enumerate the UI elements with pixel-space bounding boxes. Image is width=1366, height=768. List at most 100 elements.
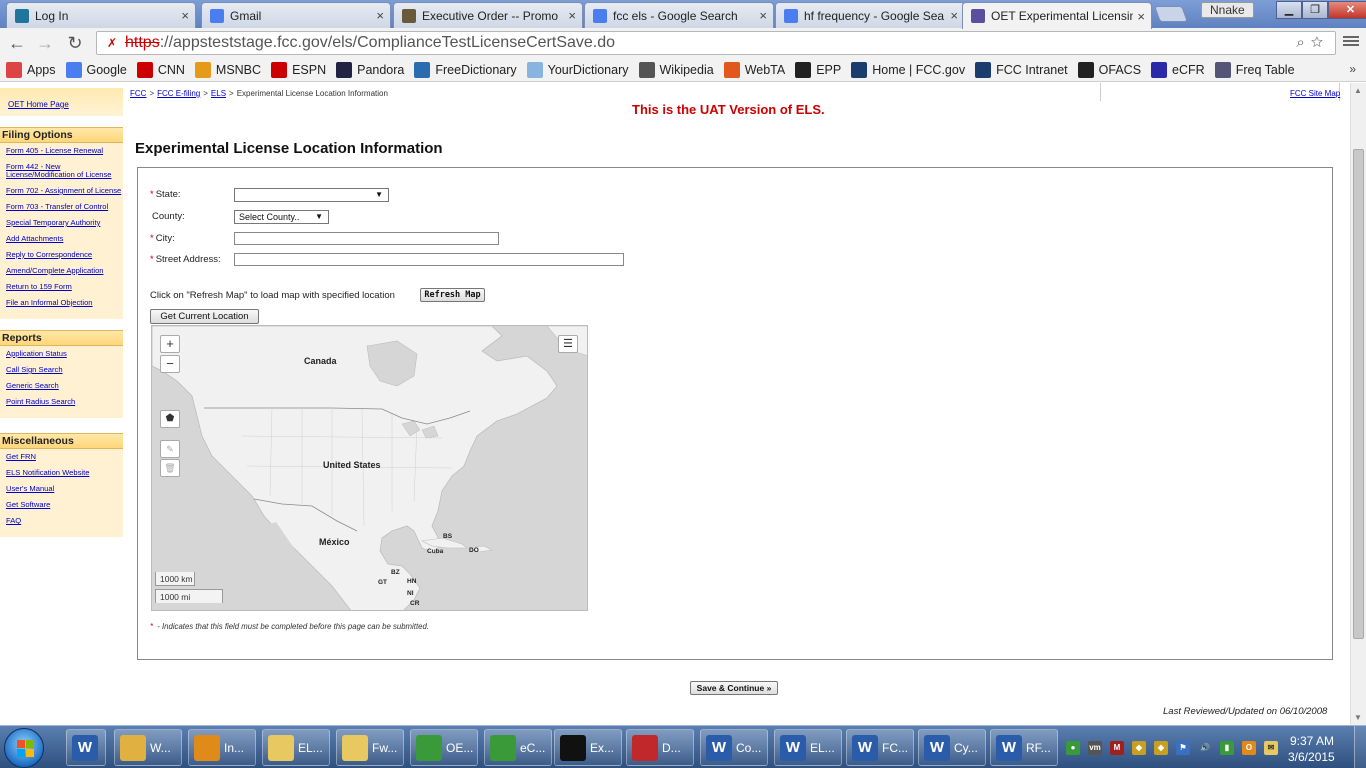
sidebar-link[interactable]: Generic Search [6,382,123,390]
mail-tray-icon[interactable]: ✉ [1264,741,1278,755]
breadcrumb-link[interactable]: ELS [211,89,226,98]
oet-home-link[interactable]: OET Home Page [8,100,69,109]
sidebar-link[interactable]: Form 442 - New License/Modification of L… [6,163,123,179]
taskbar-item[interactable]: W EL... [774,729,842,766]
browser-tab[interactable]: OET Experimental Licensin × [962,2,1152,29]
bookmark-item[interactable]: Wikipedia [638,61,714,78]
zoom-icon[interactable]: ⌕ [1296,34,1310,51]
zoom-in-button[interactable]: + [160,335,180,353]
address-bar[interactable]: ✗ https ://appsteststage.fcc.gov/els/Com… [96,31,1336,55]
taskbar-item[interactable]: EL... [262,729,330,766]
location-map[interactable]: + − ☰ ⬟ ✎ 🗑 Canada United States México … [151,325,588,611]
back-icon[interactable]: ← [6,32,28,54]
sidebar-link[interactable]: ELS Notification Website [6,469,123,477]
sidebar-link[interactable]: Get FRN [6,453,123,461]
bookmark-item[interactable]: eCFR [1151,61,1205,78]
tab-close-icon[interactable]: × [181,8,189,23]
sidebar-link[interactable]: FAQ [6,517,123,525]
chrome-menu-icon[interactable] [1343,34,1359,50]
sidebar-link[interactable]: Form 703 - Transfer of Control [6,203,123,211]
edit-layer-icon[interactable]: ✎ [160,440,180,458]
sidebar-link[interactable]: Form 405 - License Renewal [6,147,123,155]
layers-icon[interactable]: ☰ [558,335,578,353]
sidebar-link[interactable]: Return to 159 Form [6,283,123,291]
bookmark-item[interactable]: WebTA [723,61,785,78]
browser-tab[interactable]: fcc els - Google Search × [584,2,774,28]
taskbar-item[interactable]: eC... [484,729,552,766]
taskbar-item[interactable]: W... [114,729,182,766]
sidebar-link[interactable]: Reply to Correspondence [6,251,123,259]
bookmark-item[interactable]: FreeDictionary [414,61,517,78]
maximize-button[interactable]: ❐ [1302,1,1328,19]
reload-icon[interactable]: ↻ [64,32,86,54]
sidebar-link[interactable]: Special Temporary Authority [6,219,123,227]
taskbar-item[interactable]: W Co... [700,729,768,766]
delete-layer-icon[interactable]: 🗑 [160,459,180,477]
sidebar-link[interactable]: User's Manual [6,485,123,493]
taskbar-item[interactable]: W RF... [990,729,1058,766]
sidebar-link[interactable]: Point Radius Search [6,398,123,406]
bookmark-item[interactable]: Freq Table [1214,61,1295,78]
flag-icon[interactable]: ⚑ [1176,741,1190,755]
page-scrollbar[interactable]: ▲ ▼ [1350,83,1366,725]
bookmark-item[interactable]: ESPN [271,61,326,78]
browser-tab[interactable]: Log In × [6,2,196,28]
browser-tab[interactable]: Gmail × [201,2,391,28]
tab-close-icon[interactable]: × [376,8,384,23]
browser-tab[interactable]: hf frequency - Google Sea × [775,2,965,28]
sidebar-link[interactable]: Get Software [6,501,123,509]
street-address-input[interactable] [234,253,624,266]
volume-icon[interactable]: 🔊 [1198,741,1212,755]
tab-close-icon[interactable]: × [950,8,958,23]
sidebar-link[interactable]: Call Sign Search [6,366,123,374]
taskbar-item[interactable]: Fw... [336,729,404,766]
bookmark-item[interactable]: MSNBC [194,61,261,78]
tab-close-icon[interactable]: × [759,8,767,23]
breadcrumb-link[interactable]: FCC E-filing [157,89,200,98]
window-close-button[interactable]: ✕ [1328,1,1366,19]
sidebar-link[interactable]: File an Informal Objection [6,299,123,307]
city-input[interactable] [234,232,499,245]
taskbar-item[interactable]: In... [188,729,256,766]
taskbar-item[interactable]: OE... [410,729,478,766]
bookmark-item[interactable]: Apps [6,61,56,78]
sidebar-link[interactable]: Application Status [6,350,123,358]
bookmarks-overflow-icon[interactable]: » [1349,62,1356,76]
taskbar-item[interactable]: W Cy... [918,729,986,766]
site-map-link[interactable]: FCC Site Map [1290,89,1340,98]
bookmark-item[interactable]: Home | FCC.gov [851,61,965,78]
minimize-button[interactable]: ▁ [1276,1,1302,19]
bookmark-item[interactable]: EPP [795,61,841,78]
taskbar-item[interactable]: W FC... [846,729,914,766]
security-tray-icon[interactable]: ◆ [1132,741,1146,755]
new-tab-button[interactable] [1154,6,1188,22]
broken-lock-icon[interactable]: ✗ [103,35,121,51]
mcafee-icon[interactable]: M [1110,741,1124,755]
forward-icon[interactable]: → [34,32,56,54]
tab-close-icon[interactable]: × [1137,9,1145,24]
outlook-tray-icon[interactable]: O [1242,741,1256,755]
chrome-tray-icon[interactable]: ● [1066,741,1080,755]
state-select[interactable]: ▼ [234,188,389,202]
bookmark-item[interactable]: FCC Intranet [975,61,1068,78]
tab-close-icon[interactable]: × [568,8,576,23]
breadcrumb-link[interactable]: FCC [130,89,146,98]
bookmark-item[interactable]: CNN [136,61,185,78]
sidebar-link[interactable]: Add Attachments [6,235,123,243]
taskbar-item[interactable]: W [66,729,106,766]
star-icon[interactable]: ☆ [1311,34,1329,51]
bookmark-item[interactable]: Google [65,61,127,78]
bookmark-item[interactable]: Pandora [336,61,404,78]
clock-date[interactable]: 3/6/2015 [1288,750,1335,764]
taskbar-item[interactable]: Ex... [554,729,622,766]
taskbar-item[interactable]: D... [626,729,694,766]
scroll-down-icon[interactable]: ▼ [1354,713,1362,722]
save-continue-button[interactable]: Save & Continue » [690,681,778,695]
zoom-out-button[interactable]: − [160,355,180,373]
network-icon[interactable]: ▮ [1220,741,1234,755]
get-current-location-button[interactable]: Get Current Location [150,309,259,324]
bookmark-item[interactable]: YourDictionary [526,61,629,78]
county-select[interactable]: Select County.. ▼ [234,210,329,224]
browser-tab[interactable]: Executive Order -- Promo × [393,2,583,28]
start-button[interactable] [4,728,44,768]
